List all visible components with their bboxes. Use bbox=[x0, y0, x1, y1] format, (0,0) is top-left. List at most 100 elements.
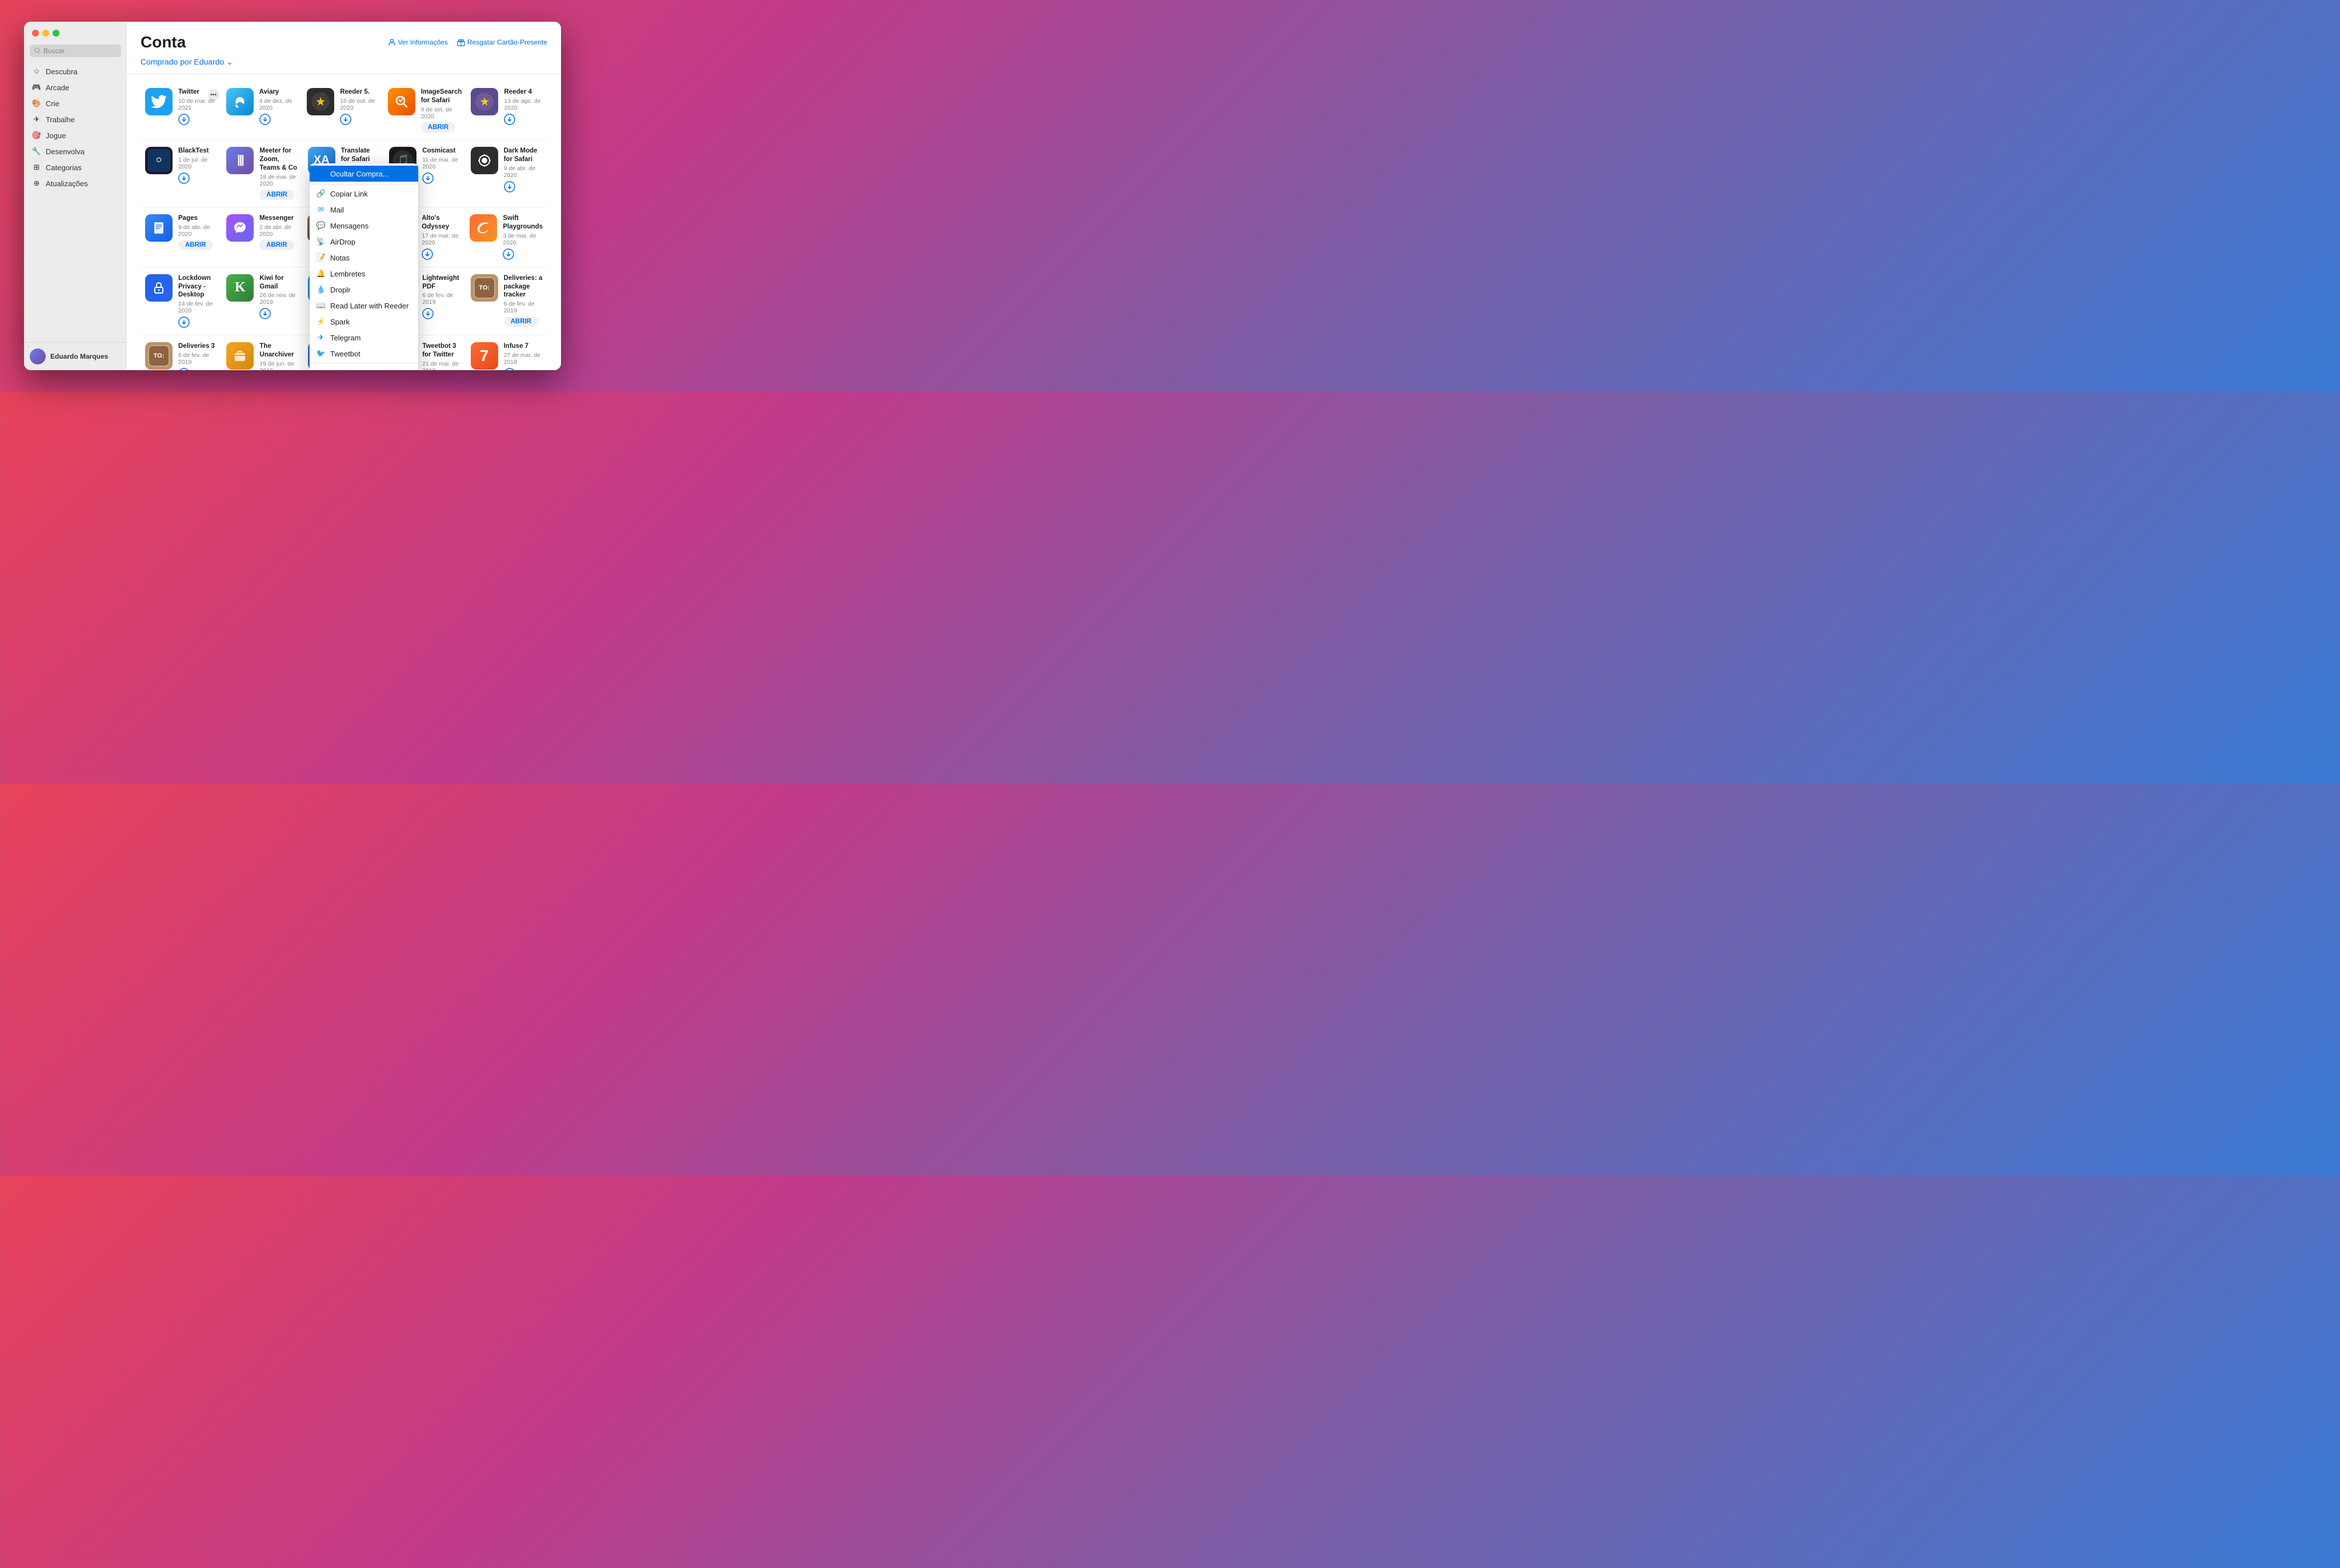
minimize-button[interactable] bbox=[42, 30, 49, 37]
mensagens-icon: 💬 bbox=[316, 221, 326, 230]
sidebar-item-categorias[interactable]: ⊞ Categorias bbox=[27, 160, 123, 175]
download-icon-aviary[interactable] bbox=[259, 114, 271, 125]
app-action-imagesearch: ABRIR bbox=[421, 122, 462, 133]
spark-icon: ⚡ bbox=[316, 317, 326, 326]
download-icon-deliveries3[interactable] bbox=[178, 368, 190, 370]
page-title: Conta bbox=[141, 33, 186, 51]
sidebar-item-descubra[interactable]: ☆ Descubra bbox=[27, 64, 123, 79]
app-name-cosmicast: Cosmicast bbox=[422, 147, 461, 155]
app-date-altoodyssey: 17 de mar. de 2020 bbox=[422, 232, 460, 246]
app-name-aviary: Aviary bbox=[259, 88, 298, 97]
download-icon-blacktest[interactable] bbox=[178, 173, 190, 184]
abrir-button-meeter[interactable]: ABRIR bbox=[259, 190, 294, 200]
download-icon-twitter[interactable] bbox=[178, 114, 190, 125]
app-icon-infuse: 7 bbox=[471, 342, 498, 370]
search-bar[interactable]: Buscar bbox=[30, 45, 121, 57]
mais-icon: ••• bbox=[316, 368, 326, 370]
maximize-button[interactable] bbox=[53, 30, 59, 37]
menu-label-mais: Mais... bbox=[330, 368, 352, 371]
app-info-tweetbot3: Tweetbot 3 for Twitter 21 de mai. de 201… bbox=[422, 342, 461, 370]
menu-item-ocultar[interactable]: Ocultar Compra... bbox=[310, 166, 418, 182]
read-later-icon: 📖 bbox=[316, 301, 326, 310]
download-icon-lockdown[interactable] bbox=[178, 316, 190, 328]
download-icon-swift[interactable] bbox=[503, 248, 514, 260]
download-icon-lightweight[interactable] bbox=[422, 308, 434, 319]
menu-item-read-later[interactable]: 📖 Read Later with Reeder bbox=[310, 298, 418, 314]
abrir-button-pages[interactable]: ABRIR bbox=[178, 240, 213, 250]
app-action-aviary bbox=[259, 114, 298, 125]
sidebar-item-jogue[interactable]: 🎯 Jogue bbox=[27, 128, 123, 143]
updates-icon: ⊕ bbox=[32, 179, 41, 188]
app-info-reeder4: Reeder 4 13 de ago. de 2020 bbox=[504, 88, 543, 125]
app-info-kiwi: Kiwi for Gmail 26 de nov. de 2019 bbox=[259, 274, 298, 320]
menu-label-airdrop: AirDrop bbox=[330, 238, 355, 246]
menu-label-mensagens: Mensagens bbox=[330, 222, 368, 230]
menu-label-notas: Notas bbox=[330, 254, 350, 262]
download-icon-altoodyssey[interactable] bbox=[422, 248, 433, 260]
purchased-by-user[interactable]: Eduardo ⌄ bbox=[194, 57, 233, 66]
app-info-deliveries3: Deliveries 3 6 de fev. de 2019 bbox=[178, 342, 217, 370]
tweetbot-menu-icon: 🐦 bbox=[316, 349, 326, 358]
menu-label-telegram: Telegram bbox=[330, 334, 360, 342]
download-icon-darkmode[interactable] bbox=[504, 181, 515, 193]
menu-item-tweetbot[interactable]: 🐦 Tweetbot bbox=[310, 346, 418, 362]
app-action-twitter bbox=[178, 114, 217, 125]
menu-item-copiar-link[interactable]: 🔗 Copiar Link bbox=[310, 186, 418, 202]
app-date-unarchiver: 19 de jun. de 2018 bbox=[259, 360, 298, 370]
sidebar-item-atualizacoes[interactable]: ⊕ Atualizações bbox=[27, 176, 123, 191]
download-icon-kiwi[interactable] bbox=[259, 308, 271, 319]
menu-item-mais[interactable]: ••• Mais... bbox=[310, 364, 418, 370]
menu-item-mensagens[interactable]: 💬 Mensagens bbox=[310, 218, 418, 234]
app-item-aviary: Aviary 4 de dez. de 2020 bbox=[222, 81, 303, 139]
menu-item-lembretes[interactable]: 🔔 Lembretes bbox=[310, 266, 418, 282]
menu-label-spark: Spark bbox=[330, 318, 350, 326]
menu-item-spark[interactable]: ⚡ Spark bbox=[310, 314, 418, 330]
sidebar-item-desenvolva[interactable]: 🔧 Desenvolva bbox=[27, 144, 123, 159]
app-icon-reeder5: ★ bbox=[307, 88, 334, 115]
app-name-deliveries3: Deliveries 3 bbox=[178, 342, 217, 351]
menu-item-droplr[interactable]: 💧 Droplr bbox=[310, 282, 418, 298]
download-icon-cosmicast[interactable] bbox=[422, 173, 434, 184]
menu-item-telegram[interactable]: ✈ Telegram bbox=[310, 330, 418, 346]
resgatar-button[interactable]: Resgatar Cartão-Presente bbox=[457, 38, 547, 46]
app-date-tweetbot3: 21 de mai. de 2018 bbox=[422, 360, 461, 370]
abrir-button-deliveries[interactable]: ABRIR bbox=[504, 316, 538, 327]
close-button[interactable] bbox=[32, 30, 39, 37]
menu-item-airdrop[interactable]: 📡 AirDrop bbox=[310, 234, 418, 250]
app-date-cosmicast: 11 de mai. de 2020 bbox=[422, 157, 461, 170]
menu-label-read-later: Read Later with Reeder bbox=[330, 302, 408, 310]
menu-item-notas[interactable]: 📝 Notas bbox=[310, 250, 418, 266]
download-icon-reeder4[interactable] bbox=[504, 114, 515, 125]
sidebar-item-crie[interactable]: 🎨 Crie bbox=[27, 96, 123, 111]
app-name-messenger: Messenger bbox=[259, 214, 298, 223]
app-item-deliveries: TO: Deliveries: a package tracker 6 de f… bbox=[466, 267, 547, 335]
sidebar-item-arcade[interactable]: 🎮 Arcade bbox=[27, 80, 123, 95]
notas-icon: 📝 bbox=[316, 253, 326, 262]
sidebar-item-trabalhe[interactable]: ✈ Trabalhe bbox=[27, 112, 123, 127]
abrir-button-imagesearch[interactable]: ABRIR bbox=[421, 122, 455, 133]
app-name-kiwi: Kiwi for Gmail bbox=[259, 274, 298, 291]
app-icon-imagesearch bbox=[388, 88, 415, 115]
download-icon-reeder5[interactable] bbox=[340, 114, 351, 125]
app-info-reeder5: Reeder 5. 16 de out. de 2020 bbox=[340, 88, 379, 125]
app-icon-messenger bbox=[226, 214, 254, 242]
app-item-meeter: ||| Meeter for Zoom, Teams & Co 18 de ma… bbox=[222, 140, 303, 207]
download-icon-infuse[interactable] bbox=[504, 368, 515, 370]
app-info-blacktest: BlackTest 1 de jul. de 2020 bbox=[178, 147, 217, 184]
app-date-reeder5: 16 de out. de 2020 bbox=[340, 98, 379, 111]
app-name-meeter: Meeter for Zoom, Teams & Co bbox=[259, 147, 298, 173]
header-actions: Ver Informações Resgatar Cartão-Presente bbox=[388, 38, 547, 46]
ver-informacoes-button[interactable]: Ver Informações bbox=[388, 38, 448, 46]
abrir-button-messenger[interactable]: ABRIR bbox=[259, 240, 294, 250]
app-icon-twitter bbox=[145, 88, 173, 115]
app-name-darkmode: Dark Mode for Safari bbox=[504, 147, 543, 164]
sidebar-label-trabalhe: Trabalhe bbox=[46, 115, 75, 124]
more-button-twitter[interactable]: ••• bbox=[208, 89, 219, 101]
app-name-unarchiver: The Unarchiver bbox=[259, 342, 298, 359]
app-action-altoodyssey bbox=[422, 248, 460, 260]
link-icon: 🔗 bbox=[316, 189, 326, 198]
app-action-swift bbox=[503, 248, 543, 260]
apps-row-1: Twitter 10 de mar. de 2021 ••• Aviary bbox=[141, 81, 547, 140]
app-info-unarchiver: The Unarchiver 19 de jun. de 2018 bbox=[259, 342, 298, 370]
menu-item-mail[interactable]: ✉ Mail bbox=[310, 202, 418, 218]
